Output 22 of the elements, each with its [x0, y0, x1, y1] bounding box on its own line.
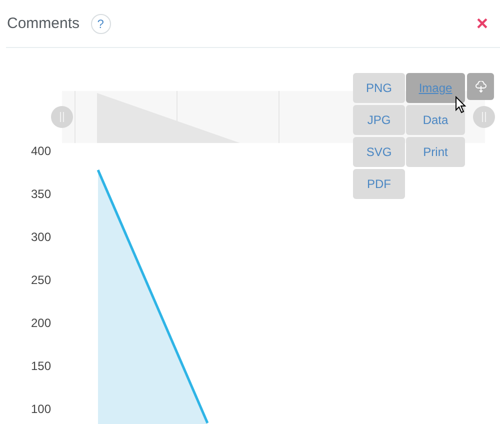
help-button[interactable]: ? — [90, 14, 111, 34]
menu-item[interactable]: Data — [406, 105, 465, 135]
navigator-handle[interactable] — [51, 106, 73, 128]
menu-item[interactable]: Print — [406, 137, 465, 167]
menu-item[interactable]: Image — [406, 73, 465, 103]
menu-item[interactable]: SVG — [353, 137, 405, 167]
axis-label: 100 — [30, 402, 51, 416]
menu-item[interactable]: PDF — [353, 169, 405, 199]
axis-label: 400 — [30, 144, 51, 158]
axis-label: 350 — [30, 187, 51, 201]
export-button[interactable] — [467, 73, 494, 100]
close-button[interactable]: × — [472, 14, 492, 34]
menu-item[interactable]: PNG — [353, 73, 405, 103]
axis-label: 300 — [30, 230, 51, 244]
panel-title: Comments — [7, 15, 80, 32]
cursor-icon — [455, 96, 467, 114]
menu-item[interactable]: JPG — [353, 105, 405, 135]
axis-label: 250 — [30, 273, 51, 287]
axis-label: 150 — [30, 359, 51, 373]
axis-label: 200 — [30, 316, 51, 330]
cloud-icon — [474, 80, 486, 92]
navigator-handle[interactable] — [473, 106, 495, 128]
